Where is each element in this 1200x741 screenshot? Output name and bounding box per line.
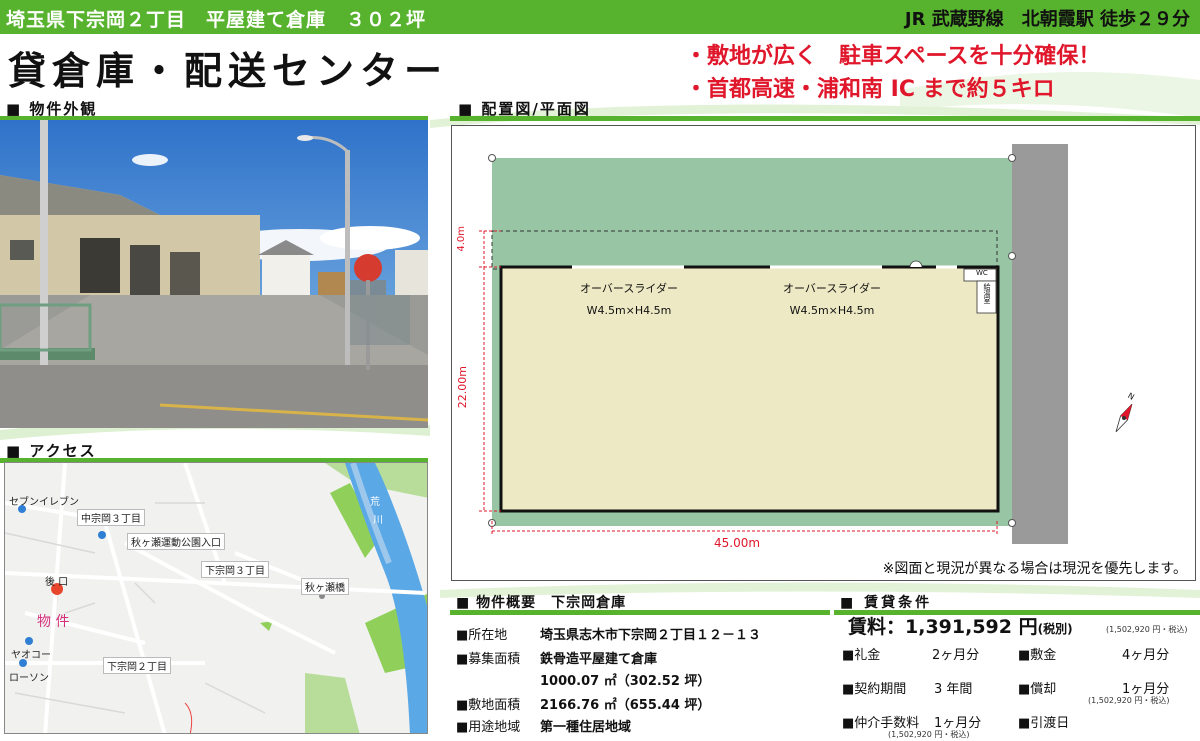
map-label-shimomunaoka3: 下宗岡３丁目 xyxy=(201,561,269,578)
summary-key: ■募集面積 xyxy=(456,652,521,667)
map-label-river1: 荒 xyxy=(370,497,380,508)
feature-item: ・敷地が広く 駐車スペースを十分確保！ xyxy=(685,44,1101,69)
section-heading-text: 賃貸条件 xyxy=(864,595,933,611)
header-bar: 埼玉県下宗岡２丁目 平屋建て倉庫 ３０２坪 JR 武蔵野線 北朝霞駅 徒歩２９分 xyxy=(0,0,1200,34)
feature-list: ・敷地が広く 駐車スペースを十分確保！ ・首都高速・浦和南 IC まで約５キロ xyxy=(685,40,1100,106)
term-reikin-value: 2ヶ月分 xyxy=(932,648,980,663)
rent-incl: (1,502,920 円・税込) xyxy=(1106,625,1188,634)
summary-value: 埼玉県志木市下宗岡２丁目１２－１３ xyxy=(540,628,762,643)
section-heading-summary: ■ 物件概要 下宗岡倉庫 xyxy=(456,595,627,611)
summary-value: 2166.76 ㎡（655.44 坪） xyxy=(540,698,711,713)
rent: 賃料：1,391,592 円(税別) xyxy=(848,612,1073,639)
dim-width: 45.00m xyxy=(714,536,761,550)
rent-value: 1,391,592 円 xyxy=(905,616,1038,638)
map-label-lawson: ローソン xyxy=(9,673,49,684)
summary-row-location: ■所在地 埼玉県志木市下宗岡２丁目１２－１３ xyxy=(456,624,761,643)
term-hikiwatashi-key: ■引渡日 xyxy=(1018,716,1070,731)
door-1-size: W4.5m×H4.5m xyxy=(586,304,672,317)
summary-value: 1000.07 ㎡（302.52 坪） xyxy=(540,674,711,689)
map-label-akigase-bridge: 秋ヶ瀬橋 xyxy=(301,578,349,595)
summary-row-area-size: 1000.07 ㎡（302.52 坪） xyxy=(456,670,710,689)
floor-plan: オーバースライダー W4.5m×H4.5m オーバースライダー W4.5m×H4… xyxy=(451,125,1196,581)
shokyaku-incl: (1,502,920 円・税込) xyxy=(1088,696,1170,705)
dim-height: 22.00m xyxy=(456,366,469,409)
exterior-photo xyxy=(0,120,428,428)
header-address: 埼玉県下宗岡２丁目 平屋建て倉庫 ３０２坪 xyxy=(6,9,427,31)
compass-icon xyxy=(1115,403,1133,433)
door-2-label: オーバースライダー W4.5m×H4.5m xyxy=(772,280,892,317)
term-kikan-value: 3 年間 xyxy=(934,682,973,697)
access-map: セブンイレブン 中宗岡３丁目 秋ヶ瀬運動公園入口 下宗岡３丁目 秋ヶ瀬橋 後 口… xyxy=(4,462,428,734)
adjacent-road xyxy=(1012,144,1068,544)
kyutoshitsu-label: 給湯室 xyxy=(983,283,991,304)
summary-value: 第一種住居地域 xyxy=(540,720,632,735)
summary-row-zoning: ■用途地域 第一種住居地域 xyxy=(456,716,631,735)
page-title: 貸倉庫・配送センター xyxy=(8,49,449,93)
term-kikan-key: ■契約期間 xyxy=(842,682,907,697)
summary-value: 鉄骨造平屋建て倉庫 xyxy=(540,652,658,667)
dim-yard: 4.0m xyxy=(456,226,467,252)
door-2-name: オーバースライダー xyxy=(783,282,881,295)
feature-item: ・首都高速・浦和南 IC まで約５キロ xyxy=(685,77,1055,102)
section-underline xyxy=(450,610,830,615)
term-shokyaku-key: ■償却 xyxy=(1018,682,1057,697)
rent-label: 賃料： xyxy=(848,616,906,638)
map-label-711: セブンイレブン xyxy=(9,497,79,508)
door-2-size: W4.5m×H4.5m xyxy=(789,304,875,317)
summary-row-area: ■募集面積 鉄骨造平屋建て倉庫 xyxy=(456,648,657,667)
term-shikikin-key: ■敷金 xyxy=(1018,648,1057,663)
wc-label: WC xyxy=(976,269,988,277)
summary-key: ■用途地域 xyxy=(456,720,521,735)
summary-row-site: ■敷地面積 2166.76 ㎡（655.44 坪） xyxy=(456,694,710,713)
map-label-ushiro: 後 口 xyxy=(45,577,69,588)
term-shikikin-value: 4ヶ月分 xyxy=(1122,648,1170,663)
map-label-property: 物 件 xyxy=(37,614,70,630)
plan-note: ※図面と現況が異なる場合は現況を優先します。 xyxy=(882,561,1187,577)
rent-tax: (税別) xyxy=(1037,622,1073,636)
map-label-river2: 川 xyxy=(373,515,383,526)
door-1-label: オーバースライダー W4.5m×H4.5m xyxy=(569,280,689,317)
floor-plan-drawing xyxy=(479,144,1133,544)
term-reikin-key: ■礼金 xyxy=(842,648,881,663)
summary-key: ■所在地 xyxy=(456,628,508,643)
chukai-incl: (1,502,920 円・税込) xyxy=(888,730,970,739)
header-station: JR 武蔵野線 北朝霞駅 徒歩２９分 xyxy=(904,9,1190,30)
section-heading-terms: ■ 賃貸条件 xyxy=(840,595,933,611)
map-label-yaoko: ヤオコー xyxy=(11,650,51,661)
summary-key: ■敷地面積 xyxy=(456,698,521,713)
map-label-akigase-park: 秋ヶ瀬運動公園入口 xyxy=(127,533,225,550)
door-1-name: オーバースライダー xyxy=(580,282,678,295)
map-label-nakamunaoka: 中宗岡３丁目 xyxy=(77,509,145,526)
section-underline xyxy=(450,116,1200,121)
map-label-shimomunaoka2: 下宗岡２丁目 xyxy=(103,657,171,674)
section-heading-text: 物件概要 下宗岡倉庫 xyxy=(476,595,627,611)
